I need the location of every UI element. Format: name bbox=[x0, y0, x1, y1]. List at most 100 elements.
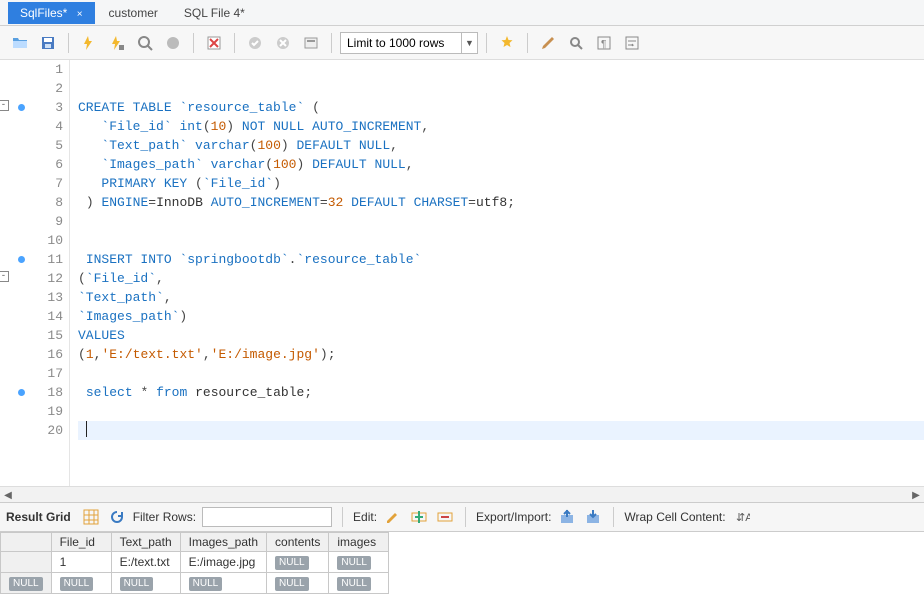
column-header[interactable]: Images_path bbox=[180, 533, 266, 552]
result-grid-label: Result Grid bbox=[6, 510, 71, 524]
result-grid[interactable]: File_idText_pathImages_pathcontentsimage… bbox=[0, 532, 924, 594]
wrap-cell-icon[interactable]: ⇵A bbox=[732, 507, 752, 527]
horizontal-scrollbar[interactable]: ◀ ▶ bbox=[0, 486, 924, 502]
code-line[interactable]: select * from resource_table; bbox=[78, 383, 924, 402]
chevron-down-icon[interactable]: ▼ bbox=[461, 33, 477, 53]
code-line[interactable] bbox=[78, 364, 924, 383]
tab-sqlfiles[interactable]: SqlFiles* × bbox=[8, 2, 95, 24]
line-gutter: 12-34567891011-121314151617181920 bbox=[0, 60, 70, 486]
delete-row-icon[interactable] bbox=[435, 507, 455, 527]
table-row[interactable]: 1E:/text.txtE:/image.jpgNULLNULL bbox=[1, 552, 389, 573]
code-line[interactable] bbox=[78, 60, 924, 79]
table-cell[interactable]: NULL bbox=[267, 573, 329, 594]
autocommit-icon[interactable] bbox=[299, 31, 323, 55]
column-header[interactable]: images bbox=[329, 533, 389, 552]
save-file-button[interactable] bbox=[36, 31, 60, 55]
tab-strip: SqlFiles* × customer SQL File 4* bbox=[0, 0, 924, 26]
gutter-line: 8 bbox=[0, 193, 69, 212]
code-line[interactable]: `Images_path`) bbox=[78, 307, 924, 326]
edit-row-icon[interactable] bbox=[383, 507, 403, 527]
row-header[interactable] bbox=[1, 552, 52, 573]
add-row-icon[interactable] bbox=[409, 507, 429, 527]
code-area[interactable]: CREATE TABLE `resource_table` ( `File_id… bbox=[70, 60, 924, 486]
separator bbox=[234, 33, 235, 53]
gutter-line: 7 bbox=[0, 174, 69, 193]
code-line[interactable]: CREATE TABLE `resource_table` ( bbox=[78, 98, 924, 117]
execute-current-icon[interactable] bbox=[105, 31, 129, 55]
sql-editor[interactable]: 12-34567891011-121314151617181920 CREATE… bbox=[0, 60, 924, 486]
table-cell[interactable]: NULL bbox=[329, 573, 389, 594]
code-line[interactable] bbox=[78, 231, 924, 250]
row-header[interactable]: NULL bbox=[1, 573, 52, 594]
code-line[interactable]: `Text_path` varchar(100) DEFAULT NULL, bbox=[78, 136, 924, 155]
code-line[interactable]: `File_id` int(10) NOT NULL AUTO_INCREMEN… bbox=[78, 117, 924, 136]
separator bbox=[331, 33, 332, 53]
scroll-right-icon[interactable]: ▶ bbox=[908, 487, 924, 503]
no-commit-icon[interactable] bbox=[202, 31, 226, 55]
brush-icon[interactable] bbox=[536, 31, 560, 55]
explain-icon[interactable] bbox=[133, 31, 157, 55]
code-line[interactable]: PRIMARY KEY (`File_id`) bbox=[78, 174, 924, 193]
separator bbox=[193, 33, 194, 53]
gutter-line: 11 bbox=[0, 250, 69, 269]
filter-rows-input[interactable] bbox=[202, 507, 332, 527]
gutter-line: 4 bbox=[0, 117, 69, 136]
wrap-cell-label: Wrap Cell Content: bbox=[624, 510, 725, 524]
commit-icon[interactable] bbox=[243, 31, 267, 55]
table-cell[interactable]: NULL bbox=[51, 573, 111, 594]
beautify-icon[interactable] bbox=[495, 31, 519, 55]
gutter-line: 9 bbox=[0, 212, 69, 231]
filter-rows-label: Filter Rows: bbox=[133, 510, 196, 524]
code-line[interactable]: `Text_path`, bbox=[78, 288, 924, 307]
code-line[interactable]: (1,'E:/text.txt','E:/image.jpg'); bbox=[78, 345, 924, 364]
code-line[interactable]: (`File_id`, bbox=[78, 269, 924, 288]
code-line[interactable] bbox=[78, 79, 924, 98]
table-cell[interactable]: NULL bbox=[180, 573, 266, 594]
table-cell[interactable]: E:/image.jpg bbox=[180, 552, 266, 573]
code-line[interactable] bbox=[78, 402, 924, 421]
result-table[interactable]: File_idText_pathImages_pathcontentsimage… bbox=[0, 532, 389, 594]
gutter-line: -12 bbox=[0, 269, 69, 288]
code-line[interactable]: `Images_path` varchar(100) DEFAULT NULL, bbox=[78, 155, 924, 174]
toggle-invisible-icon[interactable]: ¶ bbox=[592, 31, 616, 55]
gutter-line: 17 bbox=[0, 364, 69, 383]
tab-sqlfile4[interactable]: SQL File 4* bbox=[172, 2, 257, 24]
open-file-button[interactable] bbox=[8, 31, 32, 55]
table-cell[interactable]: 1 bbox=[51, 552, 111, 573]
rollback-icon[interactable] bbox=[271, 31, 295, 55]
code-line[interactable] bbox=[78, 421, 924, 440]
row-limit-input[interactable] bbox=[341, 33, 461, 53]
tab-customer[interactable]: customer bbox=[97, 2, 170, 24]
code-line[interactable] bbox=[78, 212, 924, 231]
gutter-line: 10 bbox=[0, 231, 69, 250]
gutter-line: 2 bbox=[0, 79, 69, 98]
execute-icon[interactable] bbox=[77, 31, 101, 55]
gutter-line: 20 bbox=[0, 421, 69, 440]
code-line[interactable]: ) ENGINE=InnoDB AUTO_INCREMENT=32 DEFAUL… bbox=[78, 193, 924, 212]
tab-label: SqlFiles* bbox=[20, 6, 67, 20]
column-header[interactable]: Text_path bbox=[111, 533, 180, 552]
column-header[interactable]: contents bbox=[267, 533, 329, 552]
gutter-line: -3 bbox=[0, 98, 69, 117]
table-cell[interactable]: NULL bbox=[111, 573, 180, 594]
column-header[interactable]: File_id bbox=[51, 533, 111, 552]
table-cell[interactable]: NULL bbox=[267, 552, 329, 573]
code-line[interactable]: INSERT INTO `springbootdb`.`resource_tab… bbox=[78, 250, 924, 269]
row-limit-dropdown[interactable]: ▼ bbox=[340, 32, 478, 54]
table-row[interactable]: NULLNULLNULLNULLNULLNULL bbox=[1, 573, 389, 594]
code-line[interactable]: VALUES bbox=[78, 326, 924, 345]
gutter-line: 19 bbox=[0, 402, 69, 421]
stop-icon[interactable] bbox=[161, 31, 185, 55]
export-icon[interactable] bbox=[557, 507, 577, 527]
export-import-label: Export/Import: bbox=[476, 510, 551, 524]
refresh-icon[interactable] bbox=[107, 507, 127, 527]
close-icon[interactable]: × bbox=[77, 9, 83, 20]
gutter-line: 13 bbox=[0, 288, 69, 307]
grid-view-icon[interactable] bbox=[81, 507, 101, 527]
import-icon[interactable] bbox=[583, 507, 603, 527]
wrap-icon[interactable] bbox=[620, 31, 644, 55]
scroll-left-icon[interactable]: ◀ bbox=[0, 487, 16, 503]
table-cell[interactable]: E:/text.txt bbox=[111, 552, 180, 573]
find-icon[interactable] bbox=[564, 31, 588, 55]
table-cell[interactable]: NULL bbox=[329, 552, 389, 573]
